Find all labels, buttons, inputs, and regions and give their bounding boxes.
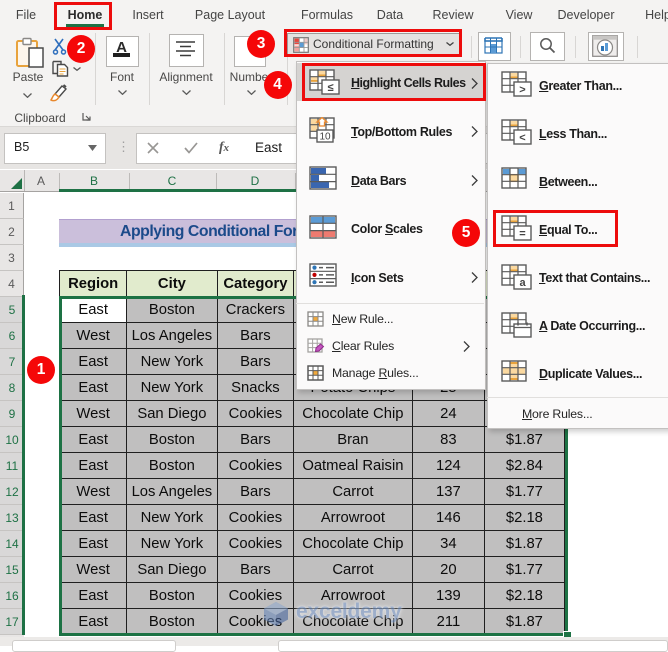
svg-text:<: < <box>519 132 525 144</box>
svg-text:a: a <box>519 277 526 289</box>
svg-text:>: > <box>519 84 525 96</box>
svg-text:10: 10 <box>319 132 331 143</box>
